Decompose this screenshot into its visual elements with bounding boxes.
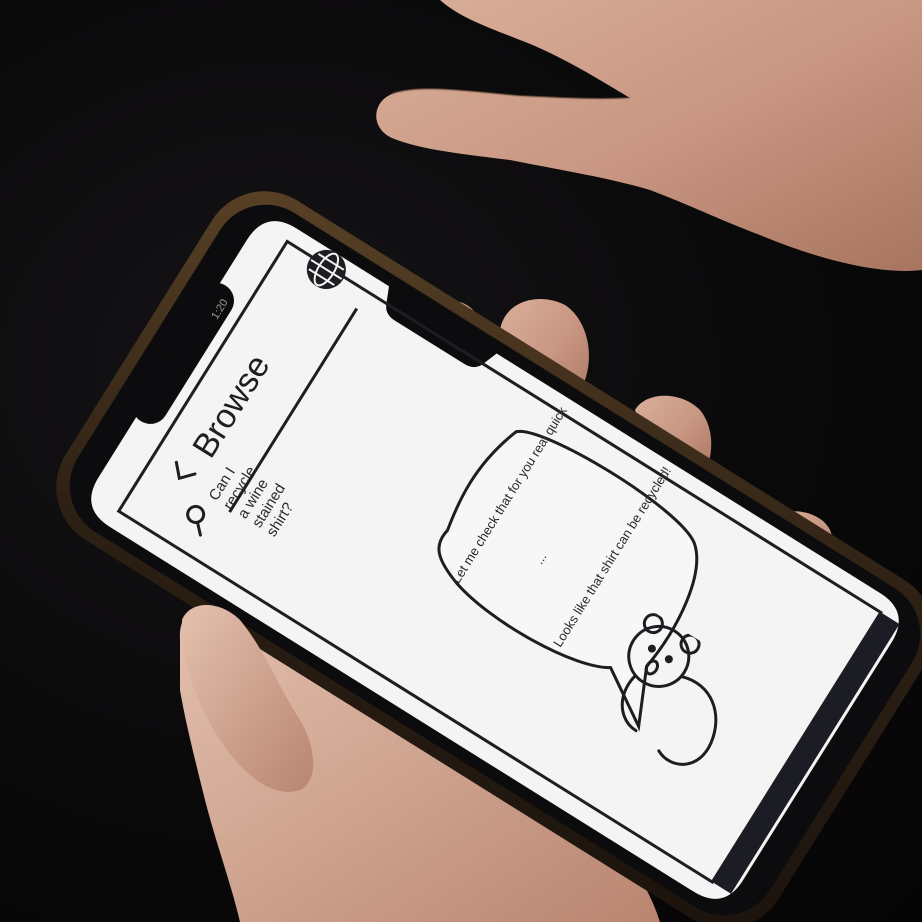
photo-scene: 1:20 Browse Can I recycle a wine stained… — [0, 0, 922, 922]
phone: 1:20 Browse Can I recycle a wine stained… — [0, 0, 922, 922]
